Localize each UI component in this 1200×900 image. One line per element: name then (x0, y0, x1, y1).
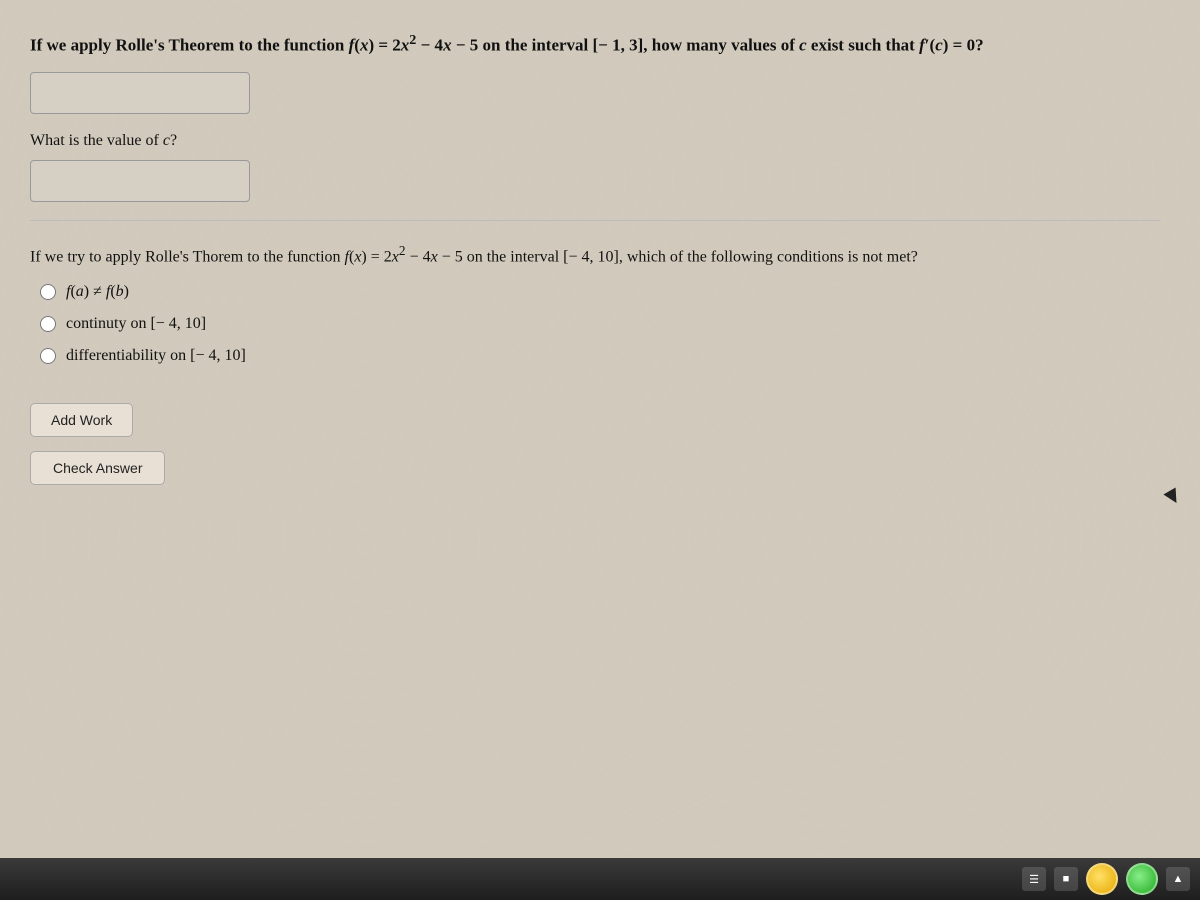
option-1[interactable]: f(a) ≠ f(b) (40, 283, 1160, 301)
option-3-radio[interactable] (40, 348, 56, 364)
check-answer-button[interactable]: Check Answer (30, 451, 165, 485)
sub-question-block: What is the value of c? (30, 132, 1160, 202)
question-1-block: If we apply Rolle's Theorem to the funct… (30, 30, 1160, 114)
option-3[interactable]: differentiability on [− 4, 10] (40, 347, 1160, 365)
option-2-label: continuty on [− 4, 10] (66, 315, 206, 333)
divider (30, 220, 1160, 221)
question-1-text: If we apply Rolle's Theorem to the funct… (30, 30, 1160, 58)
question-1-answer-box[interactable] (30, 72, 250, 114)
options-group: f(a) ≠ f(b) continuty on [− 4, 10] diffe… (40, 283, 1160, 365)
option-1-radio[interactable] (40, 284, 56, 300)
taskbar: ☰ ■ ▲ (0, 858, 1200, 900)
page-content: If we apply Rolle's Theorem to the funct… (0, 0, 1200, 900)
question-2-text: If we try to apply Rolle's Thorem to the… (30, 241, 1160, 269)
buttons-group: Add Work (30, 383, 1160, 451)
option-2-radio[interactable] (40, 316, 56, 332)
question-2-block: If we try to apply Rolle's Thorem to the… (30, 241, 1160, 365)
option-1-label: f(a) ≠ f(b) (66, 283, 129, 301)
option-2[interactable]: continuty on [− 4, 10] (40, 315, 1160, 333)
add-work-button[interactable]: Add Work (30, 403, 133, 437)
value-of-c-answer-box[interactable] (30, 160, 250, 202)
option-3-label: differentiability on [− 4, 10] (66, 347, 246, 365)
taskbar-circle-yellow[interactable] (1086, 863, 1118, 895)
taskbar-icon-3[interactable]: ▲ (1166, 867, 1190, 891)
taskbar-icon-2[interactable]: ■ (1054, 867, 1078, 891)
taskbar-icon-1[interactable]: ☰ (1022, 867, 1046, 891)
value-of-c-label: What is the value of c? (30, 132, 1160, 150)
taskbar-circle-green[interactable] (1126, 863, 1158, 895)
check-answer-group: Check Answer (30, 451, 1160, 495)
